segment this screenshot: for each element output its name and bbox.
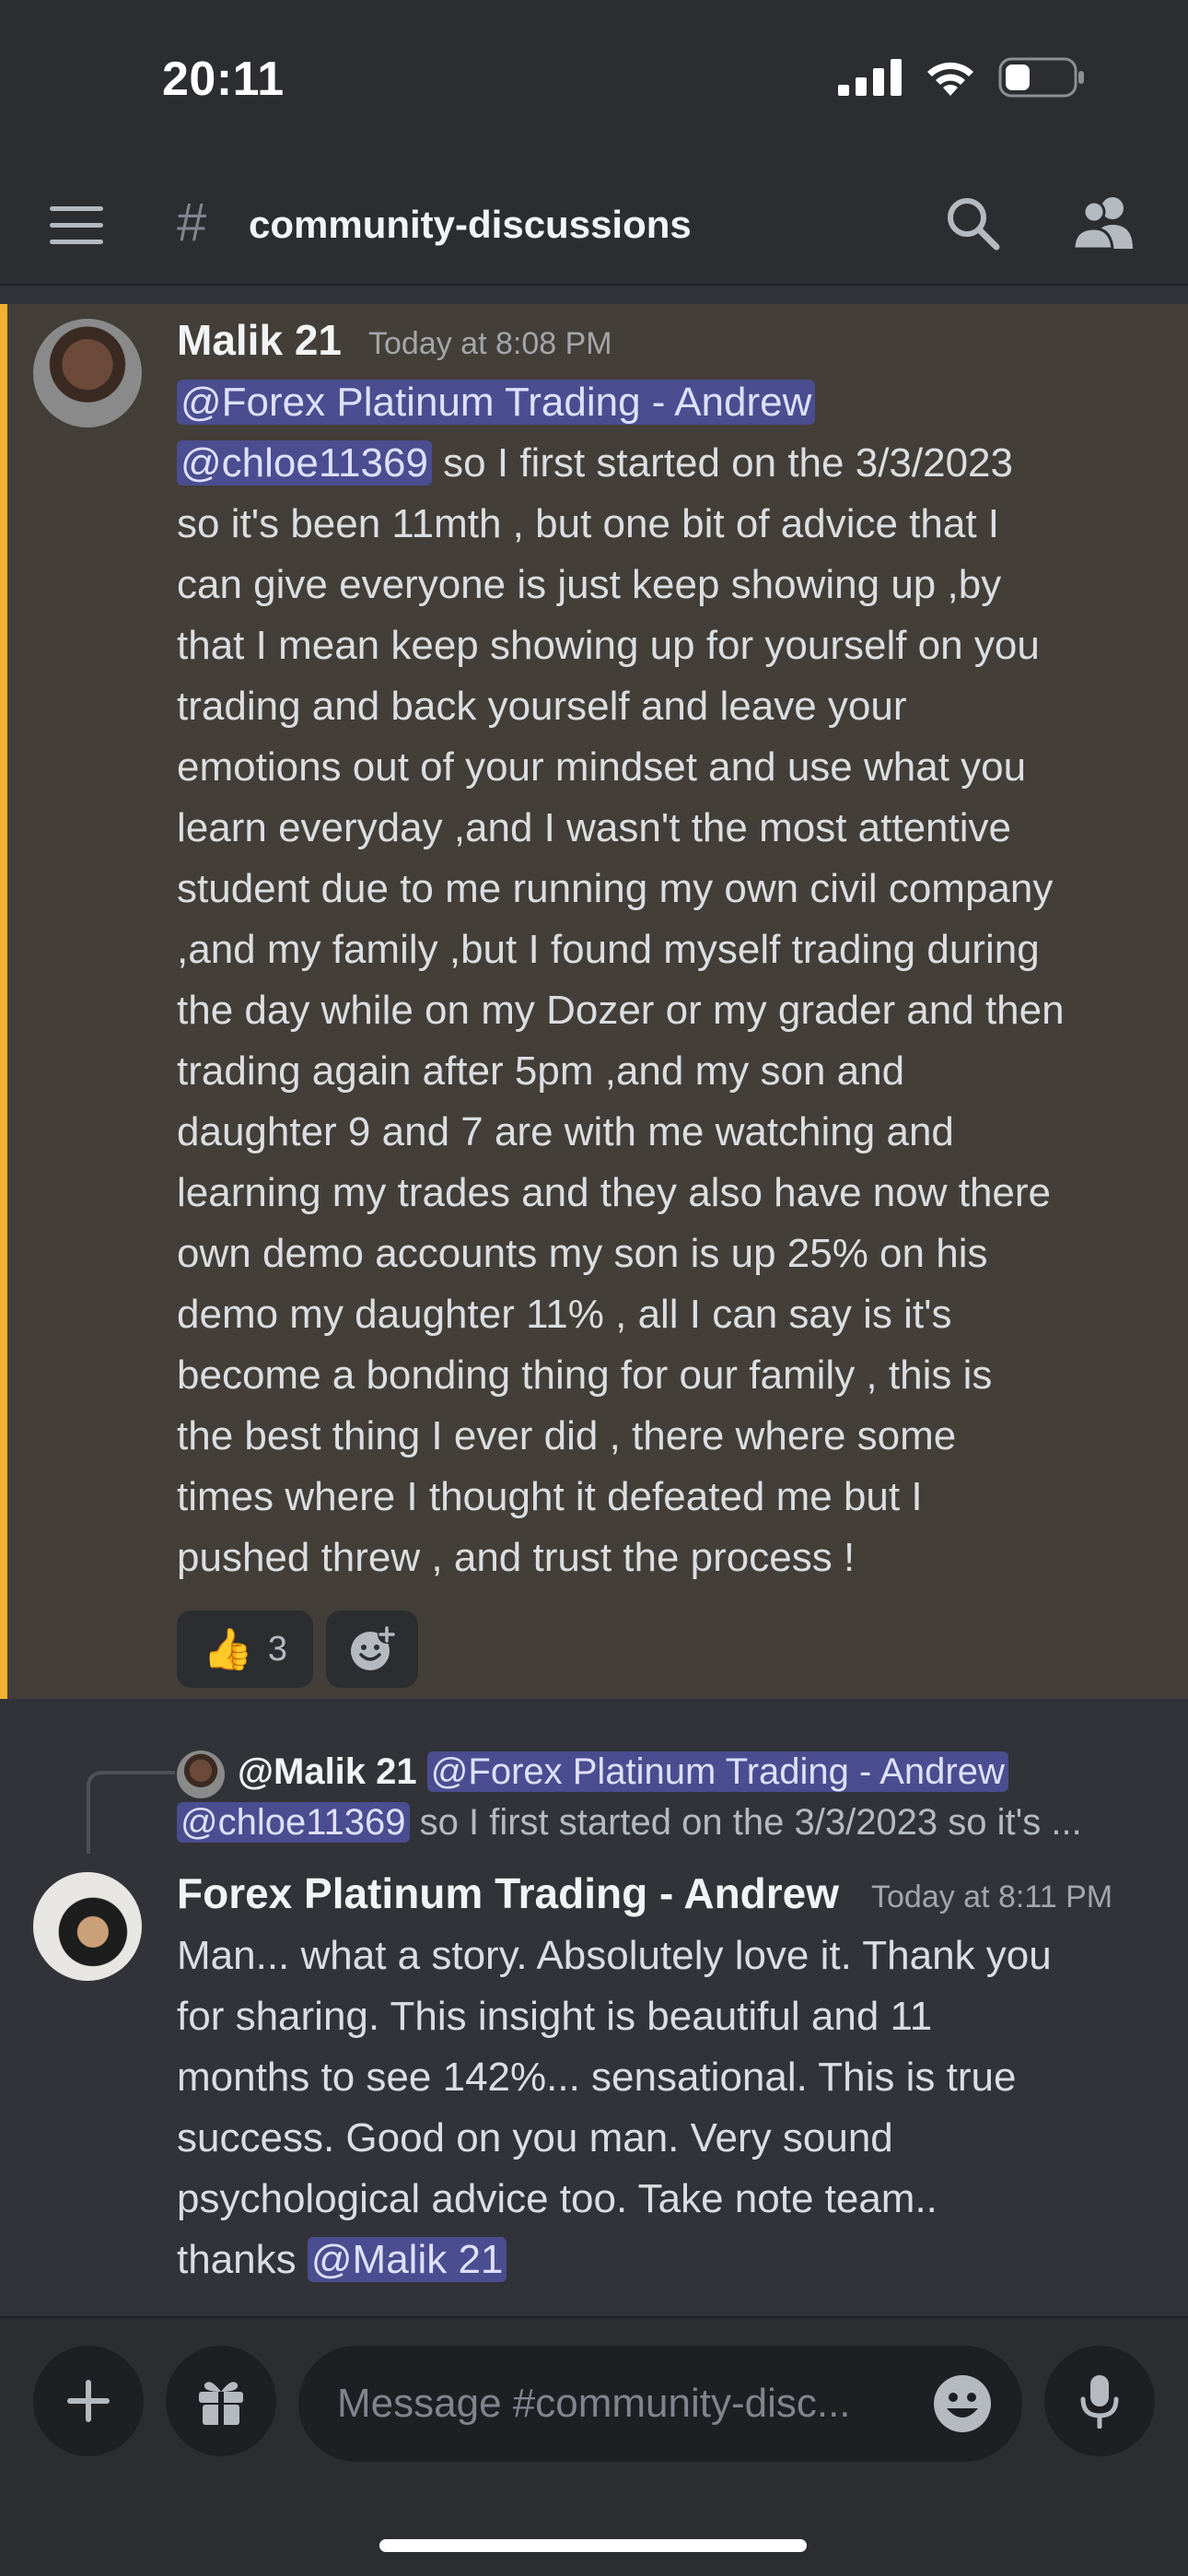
message-line: demo my daughter 11% , all I can say is … xyxy=(177,1292,952,1337)
message-line: daughter 9 and 7 are with me watching an… xyxy=(177,1109,954,1154)
message-line: student due to me running my own civil c… xyxy=(177,866,1054,911)
message-line: ,and my family ,but I found myself tradi… xyxy=(177,927,1040,972)
status-icons xyxy=(838,57,1085,98)
message-line: the day while on my Dozer or my grader a… xyxy=(177,988,1065,1033)
mention[interactable]: @chloe11369 xyxy=(177,440,432,486)
message-line: psychological advice too. Take note team… xyxy=(177,2176,938,2221)
channel-header: # community-discussions xyxy=(0,166,1188,286)
message-line: become a bonding thing for our family , … xyxy=(177,1352,993,1398)
avatar[interactable] xyxy=(33,1872,142,1981)
message-text: so I first started on the 3/3/2023 xyxy=(431,440,1013,486)
voice-message-button[interactable] xyxy=(1044,2346,1155,2456)
message-composer xyxy=(0,2316,1188,2576)
add-attachment-button[interactable] xyxy=(33,2346,144,2456)
add-reaction-icon xyxy=(351,1625,396,1670)
emoji-icon[interactable] xyxy=(932,2373,993,2434)
microphone-icon xyxy=(1080,2375,1119,2429)
message-line: can give everyone is just keep showing u… xyxy=(177,562,1002,607)
cellular-signal-icon xyxy=(838,59,902,96)
mention[interactable]: @Malik 21 xyxy=(307,2237,507,2282)
add-reaction-button[interactable] xyxy=(326,1610,418,1688)
mention[interactable]: @Forex Platinum Trading - Andrew xyxy=(177,380,816,425)
message-line: that I mean keep showing up for yourself… xyxy=(177,623,1040,668)
reaction-count: 3 xyxy=(267,1629,287,1669)
message-content: Man... what a story. Absolutely love it.… xyxy=(177,1926,1153,2290)
message-line: the best thing I ever did , there where … xyxy=(177,1413,957,1458)
status-time: 20:11 xyxy=(162,53,285,106)
message-line: trading again after 5pm ,and my son and xyxy=(177,1048,905,1094)
message-line: success. Good on you man. Very sound xyxy=(177,2115,893,2160)
battery-icon xyxy=(998,57,1084,98)
mention: @chloe11369 xyxy=(177,1802,410,1843)
menu-icon[interactable] xyxy=(50,205,103,247)
message-line: own demo accounts my son is up 25% on hi… xyxy=(177,1231,988,1276)
status-bar: 20:11 xyxy=(0,0,1188,166)
gift-icon xyxy=(199,2382,243,2425)
reply-connector xyxy=(87,1771,175,1854)
reaction-thumbs-up[interactable]: 👍 3 xyxy=(177,1610,313,1688)
message-line: times where I thought it defeated me but… xyxy=(177,1474,923,1519)
message-line: pushed threw , and trust the process ! xyxy=(177,1535,856,1580)
gift-button[interactable] xyxy=(166,2346,276,2456)
message-text: thanks xyxy=(177,2237,308,2282)
avatar[interactable] xyxy=(33,319,142,427)
home-indicator[interactable] xyxy=(379,2539,807,2552)
plus-icon xyxy=(67,2380,110,2422)
mention: @Forex Platinum Trading - Andrew xyxy=(426,1751,1008,1792)
wifi-icon xyxy=(927,62,973,96)
message-line: trading and back yourself and leave your xyxy=(177,684,907,729)
thumbs-up-emoji: 👍 xyxy=(203,1627,253,1672)
message-author[interactable]: Malik 21 xyxy=(177,315,342,365)
message-input[interactable] xyxy=(298,2346,1022,2462)
reply-author[interactable]: @Malik 21 xyxy=(238,1751,417,1792)
reply-preview[interactable]: @Malik 21 @Forex Platinum Trading - Andr… xyxy=(177,1747,1162,1848)
message-timestamp: Today at 8:11 PM xyxy=(871,1879,1113,1914)
hash-icon: # xyxy=(177,193,207,252)
search-icon[interactable] xyxy=(943,193,1002,252)
members-icon[interactable] xyxy=(1070,193,1136,252)
reactions: 👍 3 xyxy=(177,1610,418,1688)
message-timestamp: Today at 8:08 PM xyxy=(368,326,612,361)
message-line: months to see 142%... sensational. This … xyxy=(177,2055,1017,2100)
message-line: emotions out of your mindset and use wha… xyxy=(177,744,1027,790)
channel-title[interactable]: community-discussions xyxy=(249,203,692,247)
message-line: learn everyday ,and I wasn't the most at… xyxy=(177,805,1011,850)
message-line: so it's been 11mth , but one bit of advi… xyxy=(177,501,1000,546)
message-line: learning my trades and they also have no… xyxy=(177,1170,1052,1215)
message-line: Man... what a story. Absolutely love it.… xyxy=(177,1933,1052,1978)
reply-text: so I first started on the 3/3/2023 so it… xyxy=(409,1802,1082,1843)
message-author[interactable]: Forex Platinum Trading - Andrew xyxy=(177,1868,839,1918)
message-line: for sharing. This insight is beautiful a… xyxy=(177,1994,933,2039)
message-content: @Forex Platinum Trading - Andrew @chloe1… xyxy=(177,372,1153,1588)
